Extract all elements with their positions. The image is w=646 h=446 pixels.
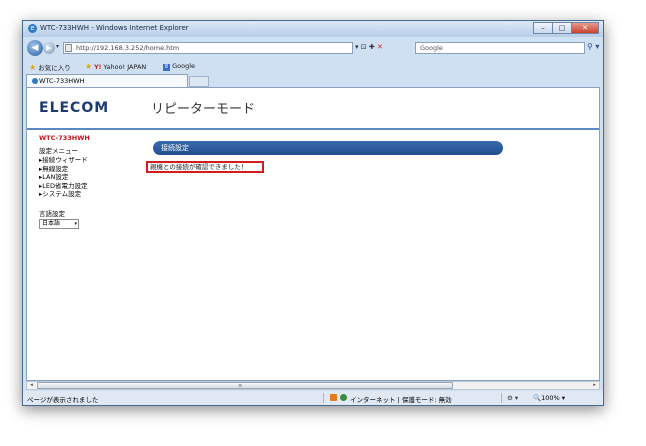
address-input[interactable]: http://192.168.3.252/home.htm [63,42,353,54]
security-zone[interactable]: インターネット | 保護モード: 無効 [350,394,452,404]
star-icon: ★ [29,63,37,72]
search-icon[interactable]: ⚲ ▾ [587,42,599,51]
yahoo-label: Yahoo! JAPAN [103,63,147,71]
title-bar: e WTC-733HWH - Windows Internet Explorer… [23,21,603,37]
horizontal-scrollbar[interactable]: ◂ ≡ ▸ [26,381,600,390]
stop-icon[interactable]: ✕ [377,43,383,51]
google-icon: 8 [163,64,170,71]
sidebar-item-system[interactable]: ▸システム設定 [39,190,149,199]
scroll-left-icon[interactable]: ◂ [27,382,36,389]
language-value: 日本語 [42,219,61,227]
header-divider [27,128,599,130]
zoom-level[interactable]: 🔍100% ▾ [533,394,565,402]
status-divider [323,393,324,403]
history-dropdown-icon[interactable]: ▾ [56,43,59,50]
status-text: ページが表示されました [27,396,99,404]
status-divider [501,393,502,403]
sidebar-item-wireless[interactable]: ▸無線設定 [39,165,149,174]
search-input[interactable]: Google [415,42,585,54]
google-label: Google [172,62,195,70]
elecom-logo: ELECOM [39,100,110,116]
address-bar-row: ◀ ▶ ▾ http://192.168.3.252/home.htm ▾ ⊡ … [23,38,603,58]
back-button[interactable]: ◀ [27,40,43,56]
page-header: ELECOM リピーターモード [27,88,599,132]
page-content: ELECOM リピーターモード WTC-733HWH 設定メニュー ▸接続ウィザ… [26,87,600,381]
page-icon [65,44,72,52]
menu-heading: 設定メニュー [39,147,78,155]
forward-button[interactable]: ▶ [43,42,55,54]
model-name: WTC-733HWH [39,134,90,142]
scroll-right-icon[interactable]: ▸ [590,382,599,389]
globe-icon [340,394,347,401]
maximize-button[interactable]: □ [552,22,572,34]
tools-icon[interactable]: ⚙ ▾ [507,394,518,402]
tab-ie-icon [32,78,38,84]
settings-sidebar: WTC-733HWH 設定メニュー ▸接続ウィザード ▸無線設定 ▸LAN設定 … [39,134,149,229]
address-tools[interactable]: ▾ ⊡ ✚ ✕ [355,43,383,51]
tab-wtc-733hwh[interactable]: WTC-733HWH [26,74,188,87]
sidebar-item-wizard[interactable]: ▸接続ウィザード [39,156,149,165]
window-controls: – □ ✕ [533,22,599,34]
close-button[interactable]: ✕ [571,22,599,34]
language-heading: 言語設定 [39,209,65,218]
scroll-thumb[interactable]: ≡ [37,382,453,389]
add-favorite-icon: ★ [85,62,93,71]
tab-label: WTC-733HWH [39,77,85,85]
address-tools-icons[interactable]: ▾ ⊡ ✚ [355,43,375,51]
favorite-link-yahoo[interactable]: ★ Y! Yahoo! JAPAN [85,62,146,71]
language-select[interactable]: 日本語 ▾ [39,218,79,229]
security-icon[interactable] [330,394,337,401]
window-title: WTC-733HWH - Windows Internet Explorer [40,24,189,32]
yahoo-icon: Y! [94,64,102,71]
browser-window: e WTC-733HWH - Windows Internet Explorer… [22,20,604,406]
minimize-button[interactable]: – [533,22,553,34]
favorites-label: お気に入り [38,64,71,72]
favorites-bar: ★ お気に入り ★ Y! Yahoo! JAPAN 8 Google [23,59,603,73]
status-bar: ページが表示されました インターネット | 保護モード: 無効 ⚙ ▾ 🔍100… [23,391,603,405]
grip-icon: ≡ [238,383,243,389]
new-tab-button[interactable] [189,76,209,87]
favorite-link-google[interactable]: 8 Google [163,62,195,71]
chevron-down-icon: ▾ [74,220,77,227]
favorites-button[interactable]: ★ お気に入り [29,62,71,72]
tab-bar: WTC-733HWH [23,73,603,87]
sidebar-item-lan[interactable]: ▸LAN設定 [39,173,149,182]
ie-logo-icon: e [28,24,37,33]
section-title: 接続設定 [153,141,503,155]
status-message: 親機との接続が確認できました！ [146,161,264,173]
sidebar-item-led[interactable]: ▸LED省電力設定 [39,182,149,191]
page-title: リピーターモード [151,102,256,117]
